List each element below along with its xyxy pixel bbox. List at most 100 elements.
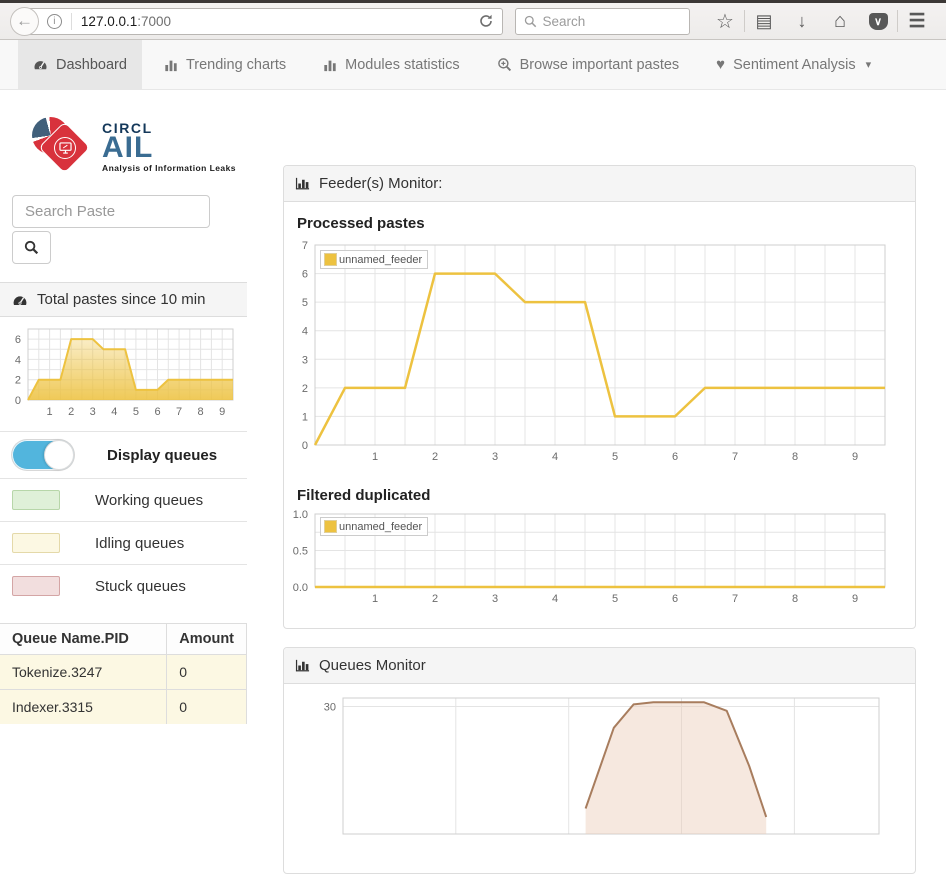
reader-list-icon[interactable]: ▤ <box>745 11 783 32</box>
chart-panel-icon <box>295 176 310 191</box>
nav-item-sentiment-analysis[interactable]: ♥ Sentiment Analysis ▾ <box>701 40 886 89</box>
chart-panel-icon <box>295 658 310 673</box>
queue-name-cell: Tokenize.3247 <box>0 655 167 690</box>
svg-text:9: 9 <box>852 451 858 463</box>
feeder-monitor-header: Feeder(s) Monitor: <box>284 166 915 202</box>
browser-search-field[interactable]: Search <box>515 8 691 35</box>
svg-text:2: 2 <box>432 451 438 463</box>
stuck-queues-row: Stuck queues <box>0 564 247 607</box>
svg-text:4: 4 <box>552 593 558 605</box>
svg-text:9: 9 <box>219 406 225 418</box>
svg-text:1: 1 <box>302 411 308 423</box>
svg-text:3: 3 <box>492 451 498 463</box>
legend-label: unnamed_feeder <box>339 521 422 533</box>
search-paste-input[interactable] <box>12 195 210 228</box>
svg-text:1.0: 1.0 <box>293 509 308 521</box>
svg-text:9: 9 <box>852 593 858 605</box>
nav-item-trending-charts[interactable]: Trending charts <box>149 40 301 89</box>
svg-text:7: 7 <box>302 240 308 252</box>
browser-search-placeholder: Search <box>543 14 586 29</box>
nav-item-browse-pastes[interactable]: Browse important pastes <box>482 40 695 89</box>
working-queues-row: Working queues <box>0 478 247 521</box>
processed-pastes-svg: 12345678901234567 <box>293 237 893 469</box>
nav-item-modules-statistics[interactable]: Modules statistics <box>308 40 474 89</box>
svg-text:4: 4 <box>302 326 308 338</box>
table-row: Indexer.3315 0 <box>0 690 247 725</box>
queues-monitor-panel: Queues Monitor 30 <box>283 647 916 874</box>
url-divider <box>71 13 72 30</box>
filtered-duplicated-chart: 1234567890.00.51.0 unnamed_feeder <box>293 509 906 614</box>
svg-text:0: 0 <box>302 440 308 452</box>
working-queues-label: Working queues <box>95 492 203 509</box>
svg-text:3: 3 <box>302 354 308 366</box>
svg-text:6: 6 <box>15 334 21 346</box>
url-bar[interactable]: i 127.0.0.1:7000 <box>26 8 503 35</box>
reload-icon[interactable] <box>478 13 494 29</box>
svg-text:0.5: 0.5 <box>293 546 308 558</box>
idling-queues-label: Idling queues <box>95 535 184 552</box>
amount-header: Amount <box>167 624 247 655</box>
svg-text:6: 6 <box>672 451 678 463</box>
back-button[interactable]: ← <box>10 7 39 36</box>
svg-text:8: 8 <box>792 593 798 605</box>
queues-monitor-header: Queues Monitor <box>284 648 915 684</box>
nav-item-dashboard[interactable]: Dashboard <box>18 40 142 89</box>
site-info-icon[interactable]: i <box>47 14 62 29</box>
svg-text:8: 8 <box>198 406 204 418</box>
chart-legend: unnamed_feeder <box>320 517 428 536</box>
svg-text:7: 7 <box>732 593 738 605</box>
logo-text: CIRCL AIL Analysis of Information Leaks <box>102 115 247 173</box>
svg-text:3: 3 <box>90 406 96 418</box>
svg-text:7: 7 <box>732 451 738 463</box>
ail-logo: CIRCL AIL Analysis of Information Leaks <box>30 115 247 179</box>
nav-label: Dashboard <box>56 57 127 73</box>
filtered-duplicated-title: Filtered duplicated <box>297 487 906 504</box>
sidebar: CIRCL AIL Analysis of Information Leaks … <box>0 91 247 724</box>
idling-queues-row: Idling queues <box>0 521 247 564</box>
queues-monitor-body: 30 <box>284 684 915 873</box>
legend-label: unnamed_feeder <box>339 254 422 266</box>
queues-monitor-chart: 30 <box>293 694 906 859</box>
bookmark-star-icon[interactable]: ☆ <box>706 9 744 34</box>
search-paste-button[interactable] <box>12 231 51 264</box>
svg-text:30: 30 <box>324 702 336 714</box>
pocket-chevron: ∨ <box>869 13 888 30</box>
amount-cell: 0 <box>167 690 247 725</box>
table-row: Tokenize.3247 0 <box>0 655 247 690</box>
chart-legend: unnamed_feeder <box>320 250 428 269</box>
main-content: Feeder(s) Monitor: Processed pastes 1 2 3 4… <box>283 165 916 874</box>
nav-label: Browse important pastes <box>520 57 680 73</box>
nav-label: Trending charts <box>186 57 286 73</box>
svg-text:4: 4 <box>111 406 117 418</box>
nav-label: Modules statistics <box>345 57 459 73</box>
svg-text:5: 5 <box>612 451 618 463</box>
url-text: 127.0.0.1:7000 <box>81 14 171 29</box>
stuck-queues-swatch <box>12 576 60 596</box>
queues-monitor-svg: 30 <box>293 694 893 854</box>
pocket-icon[interactable]: ∨ <box>859 13 897 30</box>
browser-toolbar: ← i 127.0.0.1:7000 Search ☆ ▤ ↓ ⌂ ∨ ☰ <box>0 3 946 40</box>
logo-ail: AIL <box>102 136 247 160</box>
nav-label: Sentiment Analysis <box>733 57 856 73</box>
display-queues-toggle[interactable] <box>12 440 74 470</box>
url-host: 127.0.0.1 <box>81 14 137 29</box>
home-icon[interactable]: ⌂ <box>821 10 859 33</box>
ail-logo-art <box>32 115 92 177</box>
menu-icon[interactable]: ☰ <box>898 10 936 33</box>
dashboard-icon <box>12 292 28 308</box>
bar-chart-icon <box>164 58 178 72</box>
downloads-icon[interactable]: ↓ <box>783 11 821 32</box>
search-plus-icon <box>497 57 512 72</box>
svg-text:0.0: 0.0 <box>293 582 308 594</box>
svg-text:6: 6 <box>302 269 308 281</box>
amount-cell: 0 <box>167 655 247 690</box>
processed-pastes-chart: 12345678901234567 unnamed_feeder <box>293 237 906 474</box>
dashboard-icon <box>33 57 48 72</box>
bar-chart-icon <box>323 58 337 72</box>
legend-swatch <box>324 520 337 533</box>
queue-name-header: Queue Name.PID <box>0 624 167 655</box>
svg-text:2: 2 <box>15 375 21 387</box>
app-navbar: Dashboard Trending charts Modules statis… <box>0 40 946 90</box>
queue-table-header-row: Queue Name.PID Amount <box>0 624 247 655</box>
processed-pastes-title: Processed pastes <box>297 215 906 232</box>
